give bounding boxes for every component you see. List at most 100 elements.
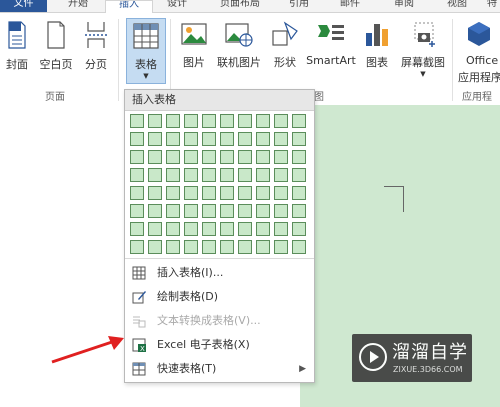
table-grid-cell[interactable]: [148, 186, 162, 200]
table-grid-cell[interactable]: [220, 240, 234, 254]
table-grid-cell[interactable]: [256, 222, 270, 236]
table-grid-cell[interactable]: [220, 114, 234, 128]
table-grid-cell[interactable]: [184, 132, 198, 146]
table-grid-cell[interactable]: [202, 150, 216, 164]
quick-tables-menu-item[interactable]: 快速表格(T) ▶: [125, 357, 314, 381]
table-grid-cell[interactable]: [148, 204, 162, 218]
table-grid-cell[interactable]: [256, 114, 270, 128]
cover-page-button[interactable]: 封面: [4, 21, 30, 72]
table-grid-cell[interactable]: [292, 150, 306, 164]
table-grid-cell[interactable]: [148, 240, 162, 254]
table-grid-cell[interactable]: [220, 222, 234, 236]
tab-design[interactable]: 设计: [157, 0, 197, 12]
table-grid-cell[interactable]: [256, 132, 270, 146]
table-grid-cell[interactable]: [274, 132, 288, 146]
table-grid-cell[interactable]: [202, 114, 216, 128]
table-grid-cell[interactable]: [148, 222, 162, 236]
table-grid-cell[interactable]: [256, 240, 270, 254]
table-grid-cell[interactable]: [274, 168, 288, 182]
table-grid-cell[interactable]: [148, 132, 162, 146]
table-grid-cell[interactable]: [292, 114, 306, 128]
table-grid-cell[interactable]: [166, 186, 180, 200]
screenshot-button[interactable]: 屏幕截图 ▼: [398, 21, 448, 79]
table-grid-cell[interactable]: [238, 150, 252, 164]
table-grid-cell[interactable]: [202, 222, 216, 236]
table-grid-cell[interactable]: [130, 114, 144, 128]
tab-review[interactable]: 审阅: [383, 0, 425, 12]
office-apps-button[interactable]: Office 应用程序: [458, 21, 500, 85]
picture-button[interactable]: 图片: [178, 21, 210, 70]
table-grid-cell[interactable]: [238, 132, 252, 146]
table-grid-cell[interactable]: [220, 132, 234, 146]
table-grid-cell[interactable]: [238, 204, 252, 218]
table-grid-cell[interactable]: [220, 186, 234, 200]
table-grid-cell[interactable]: [256, 168, 270, 182]
table-grid-cell[interactable]: [184, 150, 198, 164]
shapes-button[interactable]: 形状: [268, 21, 302, 70]
table-grid-cell[interactable]: [148, 168, 162, 182]
blank-page-button[interactable]: 空白页: [37, 21, 75, 72]
tab-more[interactable]: 特: [484, 0, 500, 12]
table-grid-cell[interactable]: [130, 150, 144, 164]
table-grid-cell[interactable]: [166, 222, 180, 236]
table-grid-cell[interactable]: [148, 114, 162, 128]
table-grid-cell[interactable]: [292, 240, 306, 254]
table-grid-cell[interactable]: [166, 204, 180, 218]
table-grid-cell[interactable]: [292, 204, 306, 218]
tab-page-layout[interactable]: 页面布局: [208, 0, 272, 12]
table-grid-cell[interactable]: [130, 240, 144, 254]
tab-mailings[interactable]: 邮件: [330, 0, 370, 12]
table-grid-cell[interactable]: [220, 150, 234, 164]
tab-file[interactable]: 文件: [0, 0, 47, 12]
table-grid-cell[interactable]: [274, 204, 288, 218]
table-grid-cell[interactable]: [166, 150, 180, 164]
draw-table-menu-item[interactable]: 绘制表格(D): [125, 285, 314, 309]
table-grid-cell[interactable]: [166, 240, 180, 254]
table-button[interactable]: 表格 ▼: [126, 18, 166, 84]
tab-references[interactable]: 引用: [278, 0, 320, 12]
excel-spreadsheet-menu-item[interactable]: X Excel 电子表格(X): [125, 333, 314, 357]
table-grid-cell[interactable]: [130, 204, 144, 218]
table-grid-cell[interactable]: [220, 168, 234, 182]
chart-button[interactable]: 图表: [362, 21, 392, 70]
tab-view[interactable]: 视图: [437, 0, 477, 12]
table-grid-cell[interactable]: [202, 204, 216, 218]
smartart-button[interactable]: SmartArt: [305, 21, 357, 67]
table-grid-cell[interactable]: [256, 150, 270, 164]
table-grid-cell[interactable]: [202, 186, 216, 200]
table-grid-cell[interactable]: [274, 186, 288, 200]
table-grid-cell[interactable]: [202, 132, 216, 146]
table-grid-cell[interactable]: [292, 186, 306, 200]
table-grid-cell[interactable]: [184, 240, 198, 254]
page-break-button[interactable]: 分页: [82, 21, 110, 72]
table-grid-cell[interactable]: [238, 222, 252, 236]
table-grid-cell[interactable]: [274, 222, 288, 236]
table-grid-cell[interactable]: [292, 132, 306, 146]
table-grid-cell[interactable]: [256, 204, 270, 218]
table-grid-cell[interactable]: [184, 222, 198, 236]
table-grid-cell[interactable]: [220, 204, 234, 218]
table-grid-cell[interactable]: [166, 168, 180, 182]
table-grid-cell[interactable]: [184, 168, 198, 182]
table-grid-cell[interactable]: [292, 222, 306, 236]
table-grid-cell[interactable]: [130, 132, 144, 146]
table-grid-cell[interactable]: [184, 204, 198, 218]
table-grid-cell[interactable]: [202, 168, 216, 182]
table-grid-cell[interactable]: [274, 114, 288, 128]
table-grid-cell[interactable]: [238, 114, 252, 128]
table-grid-cell[interactable]: [202, 240, 216, 254]
table-grid-cell[interactable]: [274, 240, 288, 254]
table-grid-cell[interactable]: [130, 168, 144, 182]
table-grid-cell[interactable]: [166, 114, 180, 128]
table-grid-cell[interactable]: [166, 132, 180, 146]
online-picture-button[interactable]: 联机图片: [214, 21, 264, 70]
table-grid-cell[interactable]: [274, 150, 288, 164]
table-grid-cell[interactable]: [292, 168, 306, 182]
tab-insert[interactable]: 插入: [105, 0, 153, 14]
table-grid-cell[interactable]: [130, 186, 144, 200]
table-grid-cell[interactable]: [148, 150, 162, 164]
table-grid-cell[interactable]: [184, 114, 198, 128]
table-grid-cell[interactable]: [256, 186, 270, 200]
table-grid-cell[interactable]: [130, 222, 144, 236]
table-grid-cell[interactable]: [184, 186, 198, 200]
